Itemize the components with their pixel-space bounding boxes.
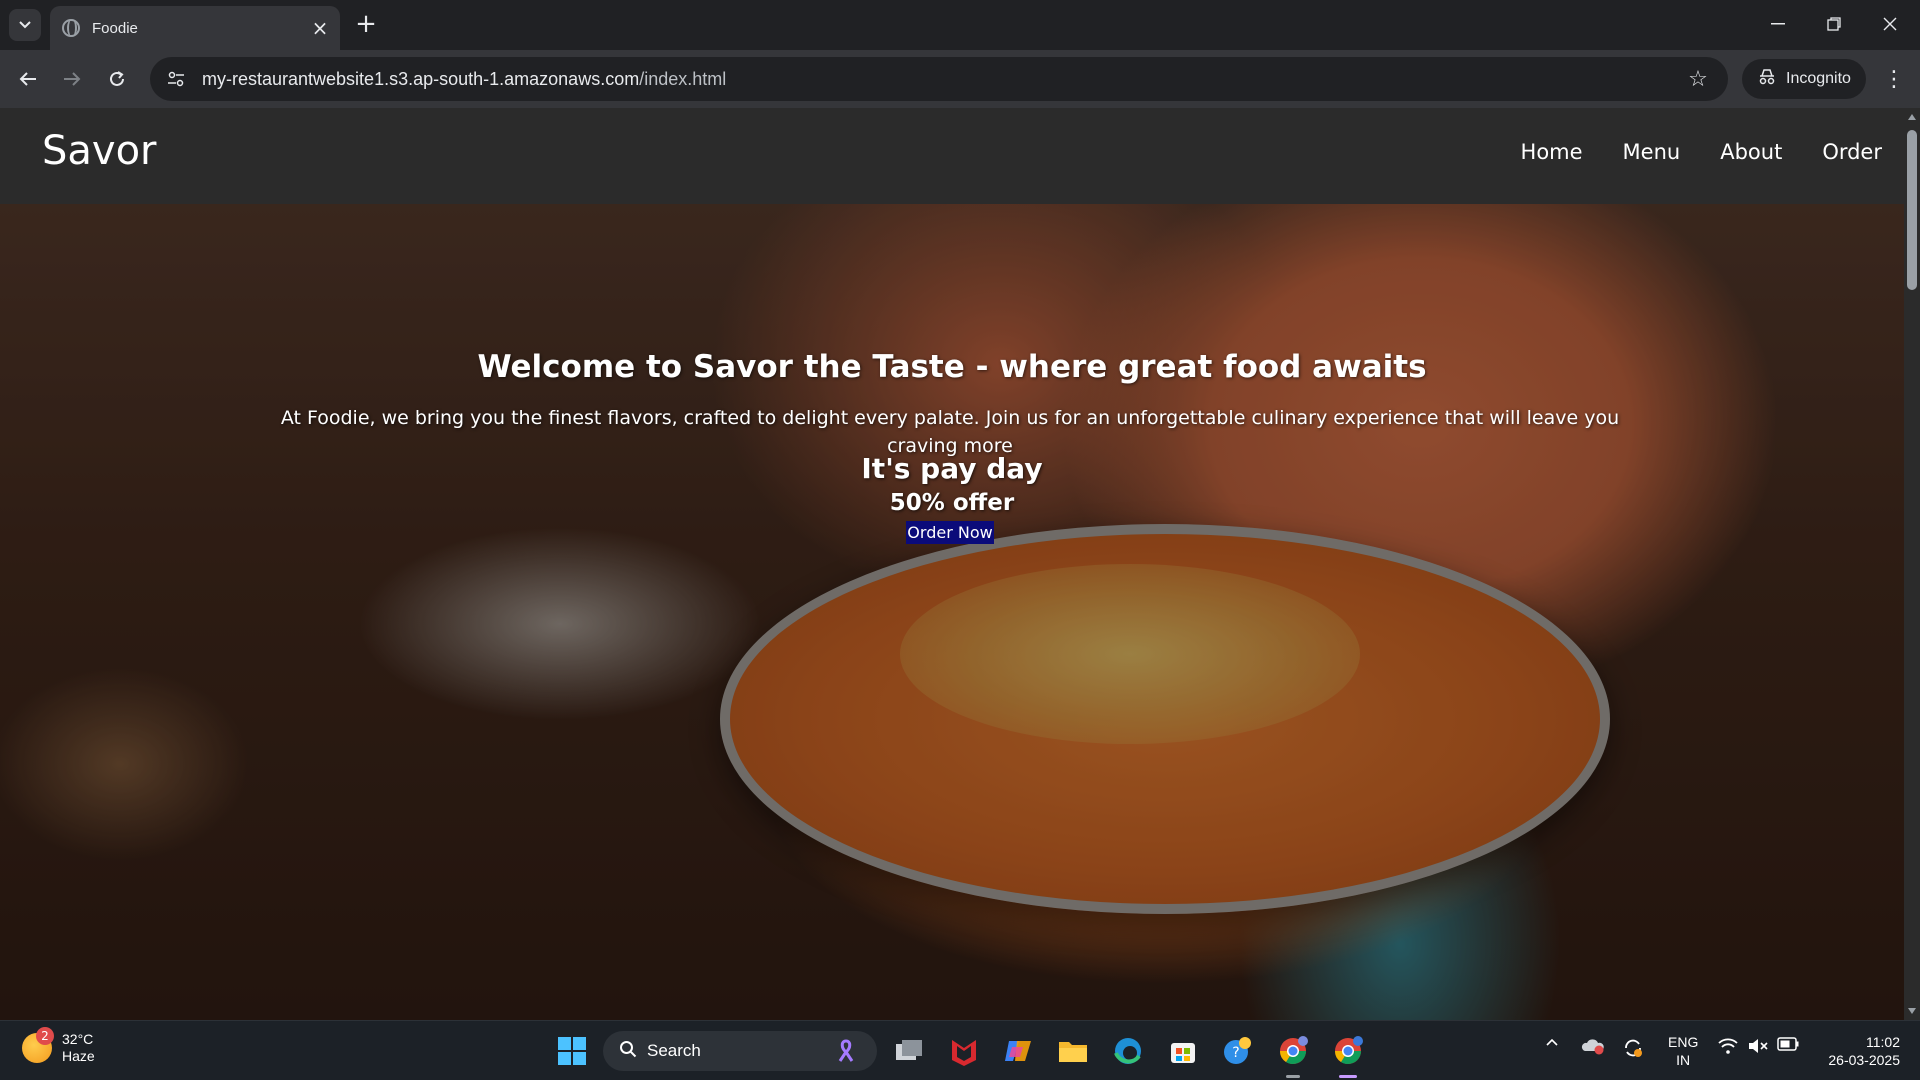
microsoft-store-icon[interactable] [1165,1033,1201,1069]
nav-link-home[interactable]: Home [1521,140,1583,164]
scroll-down-arrow-icon[interactable] [1908,1008,1916,1014]
clock-time: 11:02 [1866,1034,1900,1050]
show-hidden-icons-chevron-icon[interactable] [1542,1037,1562,1047]
close-window-icon[interactable] [1870,8,1910,40]
scroll-up-arrow-icon[interactable] [1908,114,1916,120]
site-header: Savor Home Menu About Order [0,108,1904,204]
edge-browser-icon[interactable] [1110,1033,1146,1069]
hero-section: Welcome to Savor the Taste - where great… [0,204,1904,1020]
search-label: Search [647,1041,701,1060]
taskbar: 2 32°C Haze Search ? ENG IN 11:02 26-03-… [0,1020,1920,1080]
help-chat-icon[interactable]: ? [1220,1033,1256,1069]
sync-icon[interactable] [1620,1037,1646,1059]
site-nav: Home Menu About Order [1521,140,1882,164]
task-view-icon[interactable] [891,1033,927,1069]
awareness-ribbon-icon [837,1039,855,1069]
language-indicator[interactable]: ENG IN [1668,1033,1698,1069]
mcafee-icon[interactable] [946,1033,982,1069]
weather-badge: 2 [36,1027,54,1045]
windows-logo-icon [558,1037,586,1065]
restore-icon[interactable] [1814,8,1854,40]
copilot-icon[interactable] [1000,1033,1036,1069]
back-arrow-icon[interactable] [12,63,44,95]
page-scrollbar[interactable] [1904,108,1920,1020]
clock-date: 26-03-2025 [1828,1052,1900,1068]
onedrive-error-icon[interactable] [1580,1037,1606,1055]
site-logo[interactable]: Savor [42,128,157,174]
scrollbar-thumb[interactable] [1907,130,1917,290]
chrome-profile-k-icon[interactable] [1275,1033,1311,1069]
language-code: ENG [1668,1034,1699,1050]
offer-subheading: 50% offer [889,490,1015,516]
weather-widget[interactable]: 2 32°C Haze [22,1027,95,1065]
app-open-indicator [1286,1075,1300,1078]
tab-search-button[interactable] [9,9,41,41]
weather-condition: Haze [62,1048,95,1064]
weather-temperature: 32°C [62,1031,94,1047]
globe-icon [62,19,80,37]
tab-title: Foodie [92,19,138,37]
hero-title: Welcome to Savor the Taste - where great… [477,349,1427,385]
search-icon [619,1040,637,1063]
app-active-indicator [1339,1075,1357,1078]
incognito-chip[interactable]: Incognito [1742,59,1866,99]
browser-toolbar: my-restaurantwebsite1.s3.ap-south-1.amaz… [0,50,1920,108]
region-code: IN [1676,1052,1691,1068]
url-text[interactable]: my-restaurantwebsite1.s3.ap-south-1.amaz… [202,69,1680,90]
taskbar-search[interactable]: Search [603,1031,877,1071]
system-clock[interactable]: 11:02 26-03-2025 [1810,1033,1900,1069]
offer-heading: It's pay day [861,452,1043,485]
incognito-icon [1758,68,1776,90]
page-viewport: Savor Home Menu About Order Welcome to S… [0,108,1904,1020]
address-bar[interactable]: my-restaurantwebsite1.s3.ap-south-1.amaz… [150,57,1728,101]
volume-muted-icon[interactable] [1745,1037,1771,1055]
url-path: /index.html [639,68,727,89]
url-host: my-restaurantwebsite1.s3.ap-south-1.amaz… [202,68,640,89]
incognito-label: Incognito [1786,70,1851,87]
battery-icon[interactable] [1775,1037,1801,1051]
order-now-button[interactable]: Order Now [906,521,994,544]
start-button[interactable] [554,1033,590,1069]
nav-link-about[interactable]: About [1720,140,1782,164]
forward-arrow-icon[interactable] [56,63,88,95]
browser-tab[interactable]: Foodie × [50,6,340,50]
file-explorer-icon[interactable] [1055,1033,1091,1069]
tab-strip: Foodie × + [0,0,1920,50]
bookmark-star-icon[interactable]: ☆ [1680,61,1716,97]
reload-icon[interactable] [101,63,133,95]
site-info-icon[interactable] [156,59,196,99]
chrome-profile-s-icon[interactable] [1330,1033,1366,1069]
new-tab-button[interactable]: + [352,9,380,39]
wifi-icon[interactable] [1715,1037,1741,1055]
chevron-down-icon [19,21,31,29]
weather-haze-icon: 2 [22,1027,54,1063]
browser-menu-icon[interactable]: ⋮ [1880,63,1908,95]
nav-link-order[interactable]: Order [1822,140,1882,164]
close-tab-icon[interactable]: × [306,14,334,42]
hero-overlay [0,204,1904,1020]
svg-text:?: ? [1232,1045,1239,1061]
minimize-icon[interactable] [1758,8,1798,40]
nav-link-menu[interactable]: Menu [1623,140,1681,164]
